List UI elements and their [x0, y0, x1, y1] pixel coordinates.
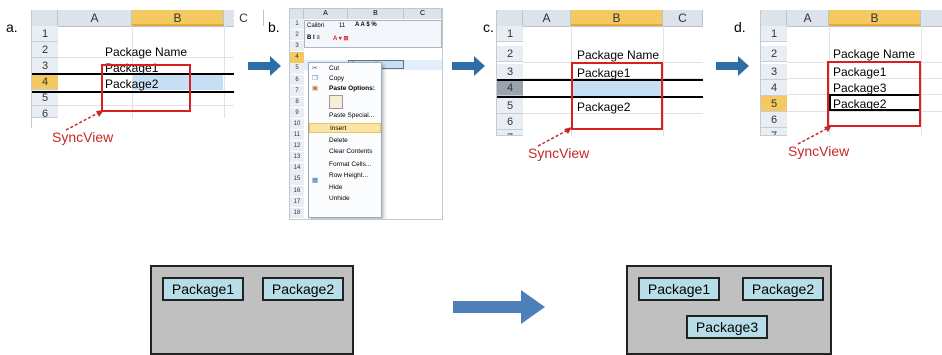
- menu-item-copy[interactable]: Copy: [309, 74, 381, 84]
- menu-item-paste-options: Paste Options:: [329, 85, 375, 92]
- row-header-4[interactable]: 4: [32, 74, 58, 90]
- row-header-2[interactable]: 2: [497, 46, 523, 62]
- row-header-1[interactable]: 1: [32, 26, 58, 42]
- row-header-3[interactable]: 3: [32, 58, 58, 74]
- mini-row-header[interactable]: 15: [290, 174, 304, 185]
- column-header-a[interactable]: A: [787, 10, 829, 26]
- step-label-d: d.: [734, 19, 746, 35]
- grow-font-icon[interactable]: A A $ %: [355, 22, 377, 28]
- row-header-3[interactable]: 3: [497, 64, 523, 80]
- mini-row-header[interactable]: 4: [290, 52, 304, 63]
- cell-header-package-name[interactable]: Package Name: [105, 44, 187, 60]
- row-header-6[interactable]: 6: [32, 106, 58, 120]
- mini-column-b: B: [348, 9, 404, 19]
- menu-item-format-cells[interactable]: Format Cells...: [309, 160, 381, 170]
- canvas-view-after: Package1 Package2 Package3: [626, 265, 832, 355]
- package-node-1[interactable]: Package1: [162, 277, 244, 301]
- menu-item-clear-contents[interactable]: Clear Contents: [309, 147, 381, 157]
- package-node-3[interactable]: Package3: [686, 315, 768, 339]
- syncview-region-c: [571, 62, 663, 130]
- syncview-pointer-d: [797, 125, 832, 145]
- menu-item-paste-special[interactable]: Paste Special...: [309, 111, 381, 121]
- arrow-right-icon: [716, 56, 749, 76]
- mini-row-header[interactable]: 12: [290, 141, 304, 152]
- column-header-a[interactable]: A: [523, 10, 571, 26]
- mini-font-name[interactable]: Calibri: [307, 23, 324, 29]
- mini-row-header[interactable]: 17: [290, 196, 304, 207]
- step-label-b: b.: [268, 19, 280, 35]
- mini-row-header[interactable]: 10: [290, 118, 304, 130]
- mini-row-header[interactable]: 13: [290, 152, 304, 163]
- row-header-5[interactable]: 5: [761, 96, 787, 112]
- mini-row-header[interactable]: 14: [290, 163, 304, 174]
- mini-row-header[interactable]: 8: [290, 96, 304, 107]
- paste-option-icon[interactable]: [329, 95, 343, 109]
- bold-italic-icon[interactable]: B I ≡: [307, 35, 320, 41]
- column-header-c[interactable]: C: [663, 10, 703, 26]
- mini-font-size[interactable]: 11: [339, 23, 345, 29]
- syncview-region-a: [101, 64, 191, 112]
- row-header-1[interactable]: 1: [761, 26, 787, 42]
- mini-row-header[interactable]: 5: [290, 63, 304, 74]
- row-header-1[interactable]: 1: [497, 26, 523, 42]
- select-all-corner[interactable]: [32, 10, 58, 26]
- menu-item-delete[interactable]: Delete: [309, 136, 381, 146]
- context-menu-screenshot: A B C 123456789101112131415161718 Packag…: [289, 8, 443, 220]
- cell-header-package-name[interactable]: Package Name: [577, 47, 659, 63]
- font-color-icon[interactable]: A ▾ ⊞: [333, 35, 348, 42]
- mini-row-header[interactable]: 16: [290, 185, 304, 196]
- menu-item-hide[interactable]: Hide: [309, 183, 381, 193]
- context-menu: ✂ ❐ ▣ ▦ Cut Copy Paste Options: Paste Sp…: [308, 62, 382, 218]
- mini-column-a: A: [304, 9, 348, 19]
- package-node-1[interactable]: Package1: [638, 277, 720, 301]
- row-header-2[interactable]: 2: [761, 46, 787, 62]
- select-all-corner[interactable]: [497, 10, 523, 26]
- column-header-b[interactable]: B: [829, 10, 921, 26]
- column-header-c[interactable]: C: [224, 10, 264, 26]
- mini-row-header[interactable]: 11: [290, 130, 304, 141]
- column-header-b[interactable]: B: [571, 10, 663, 26]
- syncview-region-d: [827, 61, 921, 127]
- row-header-6[interactable]: 6: [497, 114, 523, 130]
- mini-toolbar[interactable]: Calibri 11 A A $ % B I ≡ A ▾ ⊞: [304, 20, 442, 48]
- arrow-right-icon: [452, 56, 485, 76]
- menu-item-insert[interactable]: Insert: [309, 123, 381, 133]
- column-header-b[interactable]: B: [132, 10, 224, 26]
- row-header-7[interactable]: 7: [761, 128, 787, 136]
- mini-row-header[interactable]: 9: [290, 107, 304, 119]
- menu-item-unhide[interactable]: Unhide: [309, 194, 381, 204]
- row-header-3[interactable]: 3: [761, 64, 787, 80]
- step-label-c: c.: [483, 19, 494, 35]
- menu-item-cut[interactable]: Cut: [309, 64, 381, 74]
- row-header-7[interactable]: 7: [497, 130, 523, 136]
- mini-row-header[interactable]: 2: [290, 30, 304, 41]
- mini-row-header[interactable]: 1: [290, 19, 304, 30]
- row-header-5[interactable]: 5: [497, 98, 523, 114]
- syncview-pointer-c: [537, 127, 572, 147]
- arrow-right-icon: [248, 56, 281, 76]
- step-label-a: a.: [6, 19, 18, 35]
- menu-item-row-height[interactable]: Row Height...: [309, 171, 381, 181]
- mini-row-header[interactable]: 3: [290, 41, 304, 52]
- mini-row-header[interactable]: 6: [290, 74, 304, 85]
- package-node-2[interactable]: Package2: [262, 277, 344, 301]
- mini-row-header[interactable]: 18: [290, 207, 304, 218]
- row-header-6[interactable]: 6: [761, 112, 787, 128]
- row-header-4[interactable]: 4: [497, 80, 523, 96]
- mini-row-header[interactable]: 7: [290, 85, 304, 96]
- arrow-right-icon: [453, 290, 545, 324]
- mini-column-c: C: [404, 9, 442, 19]
- package-node-2[interactable]: Package2: [742, 277, 824, 301]
- row-header-2[interactable]: 2: [32, 42, 58, 58]
- cell-header-package-name[interactable]: Package Name: [833, 46, 915, 62]
- row-header-4[interactable]: 4: [761, 80, 787, 96]
- canvas-view-before: Package1 Package2: [150, 265, 354, 355]
- column-header-a[interactable]: A: [58, 10, 132, 26]
- select-all-corner[interactable]: [761, 10, 787, 26]
- syncview-pointer-a: [65, 110, 104, 131]
